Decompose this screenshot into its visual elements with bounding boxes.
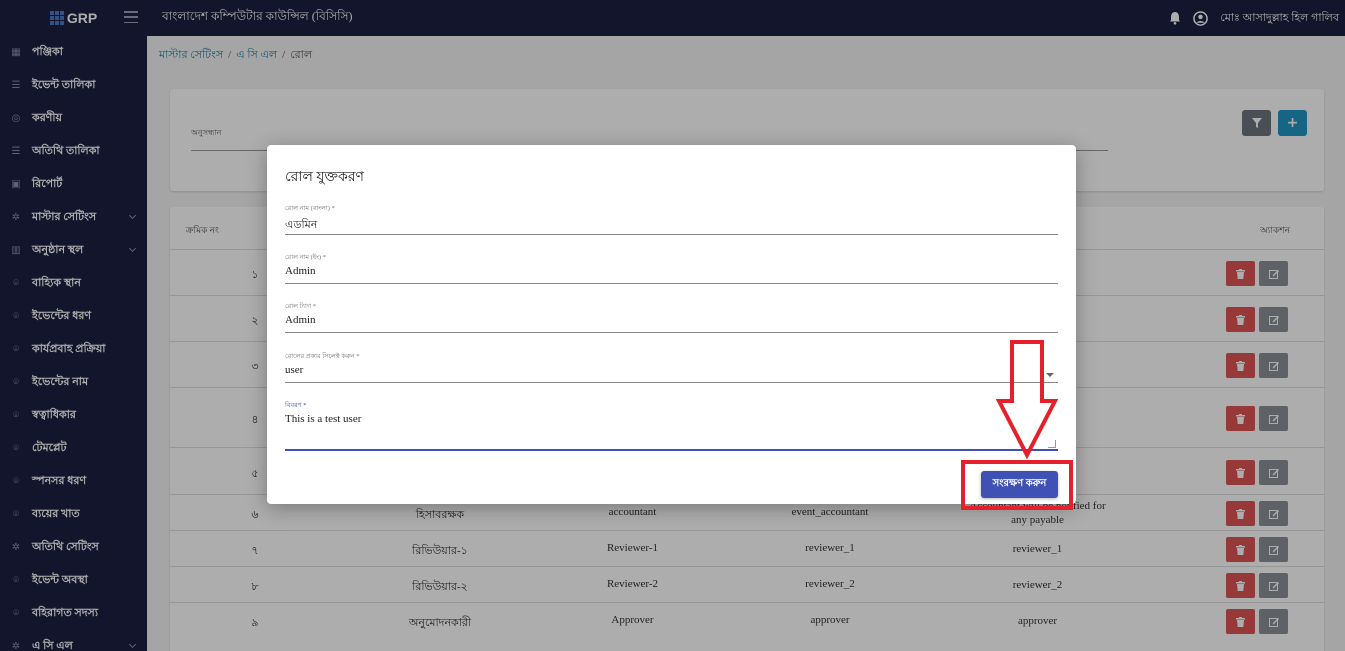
annotation-arrow-icon	[995, 340, 1059, 460]
annotation-overlay	[995, 340, 1059, 460]
annotation-highlight-box	[961, 460, 1073, 510]
